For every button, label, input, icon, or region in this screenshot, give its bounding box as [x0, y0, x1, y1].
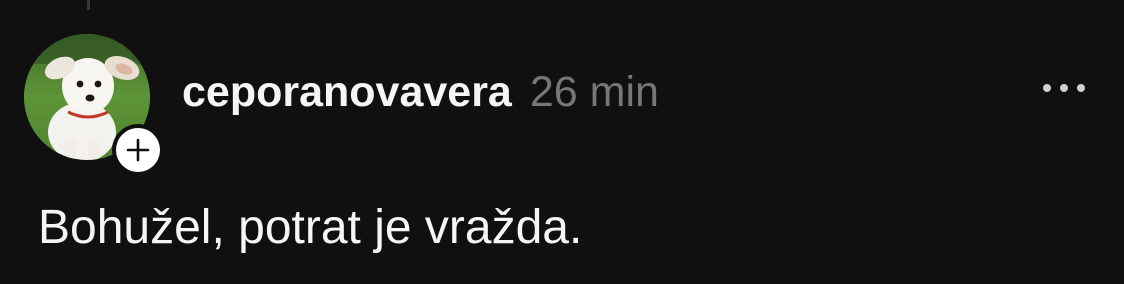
more-dots-icon: [1043, 84, 1085, 92]
post-text: Bohužel, potrat je vražda.: [38, 201, 583, 254]
follow-button[interactable]: [112, 124, 164, 176]
post-header: ceporanovavera 26 min: [182, 68, 659, 128]
plus-icon: [126, 138, 150, 162]
follow-button-circle: [116, 128, 160, 172]
username-link[interactable]: ceporanovavera: [182, 68, 512, 117]
post-timestamp: 26 min: [529, 68, 659, 116]
thread-post: ceporanovavera 26 min Bohužel, potrat je…: [0, 0, 1124, 284]
more-options-button[interactable]: [1036, 74, 1092, 102]
